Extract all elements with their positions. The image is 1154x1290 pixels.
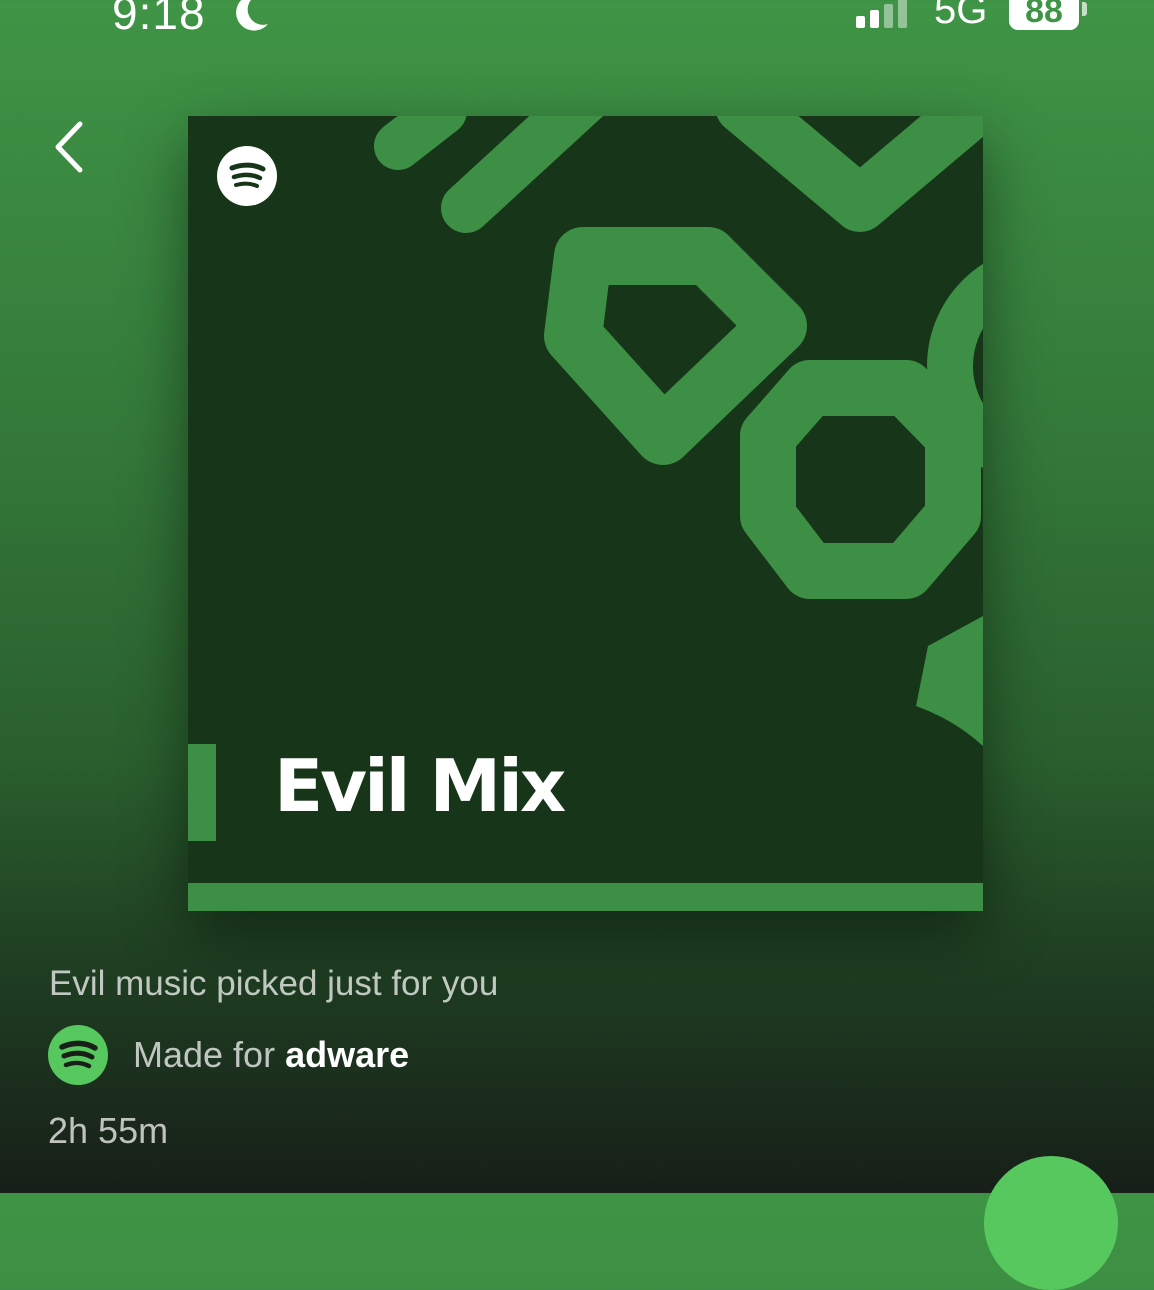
- battery-indicator: 88: [1009, 0, 1079, 30]
- play-button[interactable]: [984, 1156, 1118, 1290]
- cover-bottom-bar: [188, 883, 983, 911]
- playlist-description: Evil music picked just for you: [49, 964, 499, 1003]
- moon-icon: [236, 0, 268, 31]
- made-for-row[interactable]: Made for adware: [48, 1025, 409, 1085]
- spotify-logo-icon: [217, 146, 277, 206]
- made-for-user[interactable]: adware: [285, 1034, 409, 1075]
- cover-accent-bar: [188, 744, 216, 841]
- cover-title: Evil Mix: [274, 744, 566, 828]
- playlist-duration: 2h 55m: [48, 1110, 169, 1151]
- spotify-logo-icon: [48, 1025, 108, 1085]
- signal-icon: [856, 0, 907, 28]
- made-for-prefix: Made for: [133, 1034, 286, 1075]
- playlist-cover-art: Evil Mix: [188, 116, 983, 911]
- chevron-left-icon[interactable]: [46, 116, 94, 178]
- network-type-label: 5G: [934, 0, 988, 32]
- status-time: 9:18: [112, 0, 206, 39]
- battery-tip: [1082, 2, 1087, 16]
- made-for-label: Made for adware: [133, 1034, 409, 1076]
